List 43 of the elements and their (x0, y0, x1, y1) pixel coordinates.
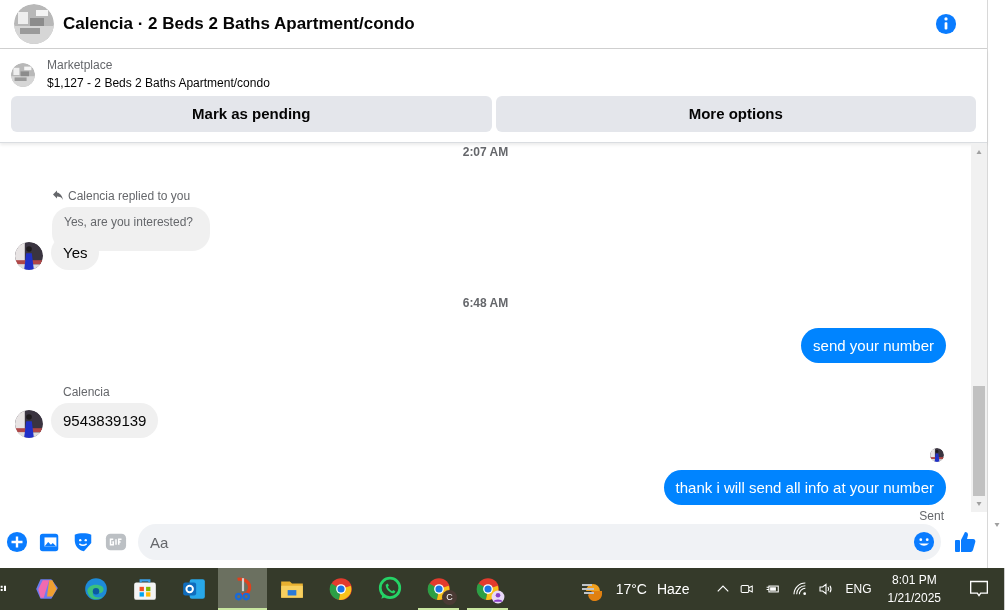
profile-badge: C (442, 590, 457, 605)
temperature[interactable]: 17°C (615, 578, 647, 600)
action-button[interactable]: Mark as pending (11, 96, 492, 132)
reply-icon (52, 190, 64, 202)
chat-icon (376, 576, 403, 602)
weather-condition[interactable]: Haze (656, 578, 690, 600)
plus-icon[interactable] (6, 531, 28, 553)
running-indicator (218, 608, 267, 610)
mail-icon (180, 576, 207, 602)
shopping-bag-icon (131, 576, 158, 602)
running-indicator (418, 608, 459, 610)
info-icon[interactable] (935, 13, 957, 35)
notification-icon[interactable] (968, 579, 989, 599)
reply-note: Calencia replied to you (68, 188, 191, 205)
running-indicator (467, 608, 508, 610)
clock-date[interactable]: 1/21/2025 (887, 589, 941, 607)
listing-source: Marketplace (47, 57, 114, 74)
browser-icon (82, 576, 109, 602)
thumbs-up-icon[interactable] (953, 530, 977, 554)
volume-icon[interactable] (817, 581, 834, 597)
browser-icon (327, 576, 354, 602)
profile-badge-icon (491, 590, 505, 604)
wifi-icon[interactable] (791, 581, 808, 597)
conversation-title: Calencia · 2 Beds 2 Baths Apartment/condo (63, 13, 415, 36)
timestamp: 2:07 AM (461, 144, 510, 161)
listing-summary[interactable]: $1,127 - 2 Beds 2 Baths Apartment/condo (47, 74, 270, 92)
sticker-icon[interactable] (72, 531, 94, 553)
language-indicator[interactable]: ENG (845, 580, 872, 598)
browser-icon (425, 576, 452, 602)
emoji-icon[interactable] (913, 531, 935, 553)
taskbar-app[interactable]: C (414, 568, 463, 610)
clock-time[interactable]: 8:01 PM (891, 571, 937, 589)
action-button[interactable]: More options (495, 96, 976, 132)
scroll-down-arrow-icon[interactable] (992, 522, 1001, 528)
scrollbar-thumb[interactable] (973, 386, 985, 496)
sender-name: Calencia (63, 384, 111, 401)
message-bubble: thank i will send all info at your number (663, 470, 946, 505)
photo-icon[interactable] (39, 531, 61, 553)
message-status: Sent (919, 508, 944, 525)
message-bubble: 9543839139 (51, 403, 159, 438)
message-bubble: send your number (801, 328, 946, 363)
message-field[interactable]: Aa (138, 524, 941, 560)
timestamp: 6:48 AM (461, 295, 510, 312)
